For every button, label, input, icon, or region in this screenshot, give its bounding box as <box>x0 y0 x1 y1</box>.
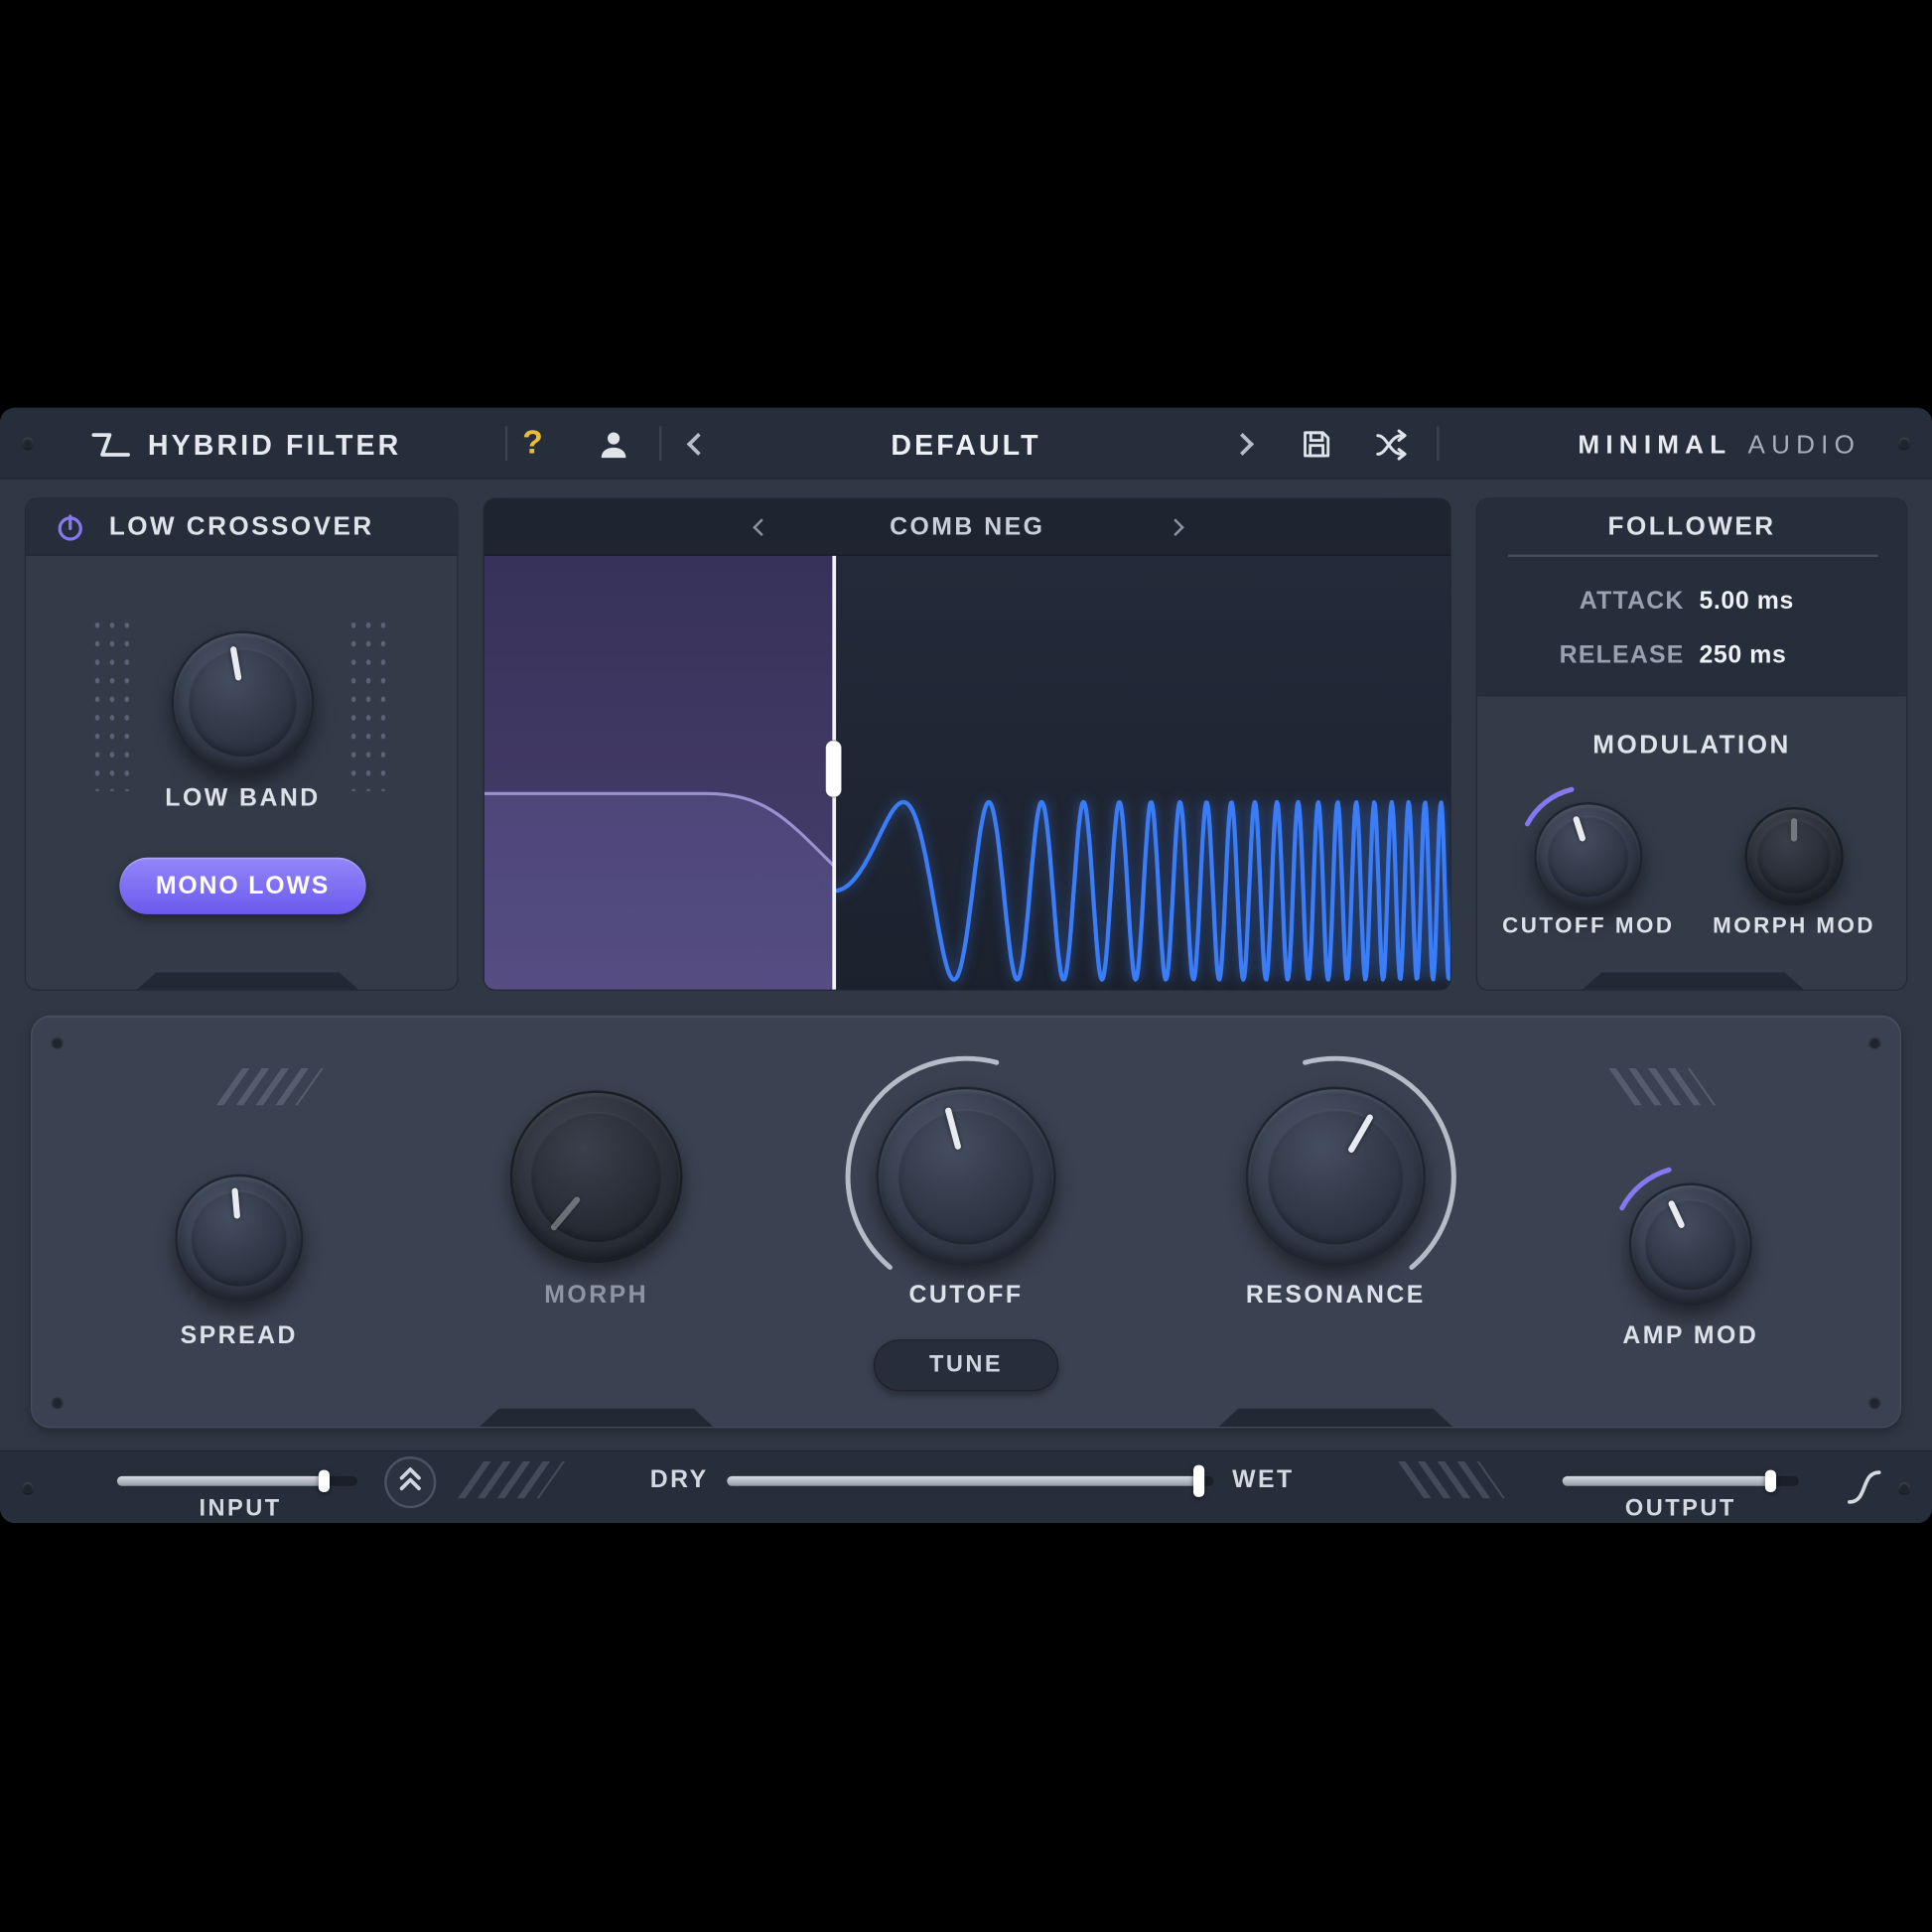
decor-stripes <box>216 1068 324 1105</box>
amp-mod-label: AMP MOD <box>1568 1322 1814 1351</box>
preset-name[interactable]: DEFAULT <box>781 429 1151 463</box>
attack-value[interactable]: 5.00 ms <box>1699 588 1835 617</box>
save-icon[interactable] <box>1300 428 1333 462</box>
crossover-divider-handle[interactable] <box>826 741 842 797</box>
follower-top: FOLLOWER ATTACK 5.00 ms RELEASE 250 ms <box>1477 499 1906 697</box>
release-value[interactable]: 250 ms <box>1699 642 1835 671</box>
screw <box>52 1036 63 1047</box>
screw <box>22 1482 33 1493</box>
screw <box>52 1396 63 1407</box>
preset-next-icon[interactable] <box>1231 433 1254 456</box>
low-band-curve-fill <box>484 793 834 991</box>
morph-mod-label: MORPH MOD <box>1696 913 1893 939</box>
knob-pointer <box>1573 815 1587 842</box>
attack-label: ATTACK <box>1549 588 1685 617</box>
divider <box>1437 426 1439 461</box>
release-label: RELEASE <box>1549 642 1685 671</box>
footer-bar: INPUT DRY WET OUTPUT <box>0 1450 1932 1523</box>
knob-pointer <box>944 1107 961 1151</box>
knob-pointer <box>230 646 242 681</box>
morph-label: MORPH <box>474 1282 720 1311</box>
main-controls-panel: SPREAD MORPH CUTOFF TUNE RESONANCE <box>31 1016 1901 1429</box>
texture-dots <box>90 617 137 791</box>
user-icon[interactable] <box>597 428 631 463</box>
output-slider-handle[interactable] <box>1765 1470 1776 1492</box>
plugin-title: HYBRID FILTER <box>148 429 401 463</box>
screw <box>22 438 33 449</box>
randomize-icon[interactable] <box>1374 429 1411 461</box>
low-crossover-panel: LOW CROSSOVER LOW BAND MONO LOWS <box>25 497 459 990</box>
divider <box>1508 554 1877 556</box>
screw <box>1899 1482 1910 1493</box>
decor-stripes <box>1608 1068 1716 1105</box>
low-crossover-header: LOW CROSSOVER <box>26 499 457 556</box>
texture-dots <box>346 617 393 791</box>
dry-label: DRY <box>617 1466 709 1495</box>
resonance-knob[interactable] <box>1246 1087 1426 1267</box>
divider <box>505 426 507 461</box>
morph-mod-knob[interactable] <box>1744 807 1843 905</box>
attack-row[interactable]: ATTACK 5.00 ms <box>1477 588 1906 617</box>
plugin-logo-icon <box>88 428 133 463</box>
soft-clip-curve-icon[interactable] <box>1841 1463 1887 1510</box>
help-button[interactable]: ? <box>522 424 542 462</box>
output-label: OUTPUT <box>1588 1496 1773 1523</box>
filter-display-panel[interactable]: COMB NEG <box>483 497 1452 990</box>
resonance-label: RESONANCE <box>1212 1282 1458 1311</box>
power-icon[interactable] <box>56 512 85 542</box>
cutoff-knob[interactable] <box>876 1087 1055 1267</box>
wet-label: WET <box>1232 1466 1324 1495</box>
tune-button[interactable]: TUNE <box>874 1339 1058 1391</box>
brand-primary: MINIMAL <box>1578 431 1731 461</box>
knob-pointer <box>1791 818 1797 842</box>
panel-notch <box>480 1409 714 1428</box>
knob-pointer <box>550 1195 582 1231</box>
knob-pointer <box>231 1187 240 1218</box>
amp-mod-knob[interactable] <box>1629 1182 1752 1306</box>
filter-display-graph[interactable] <box>484 556 1451 991</box>
low-band-label: LOW BAND <box>119 785 365 814</box>
input-slider-handle[interactable] <box>318 1470 329 1492</box>
morph-knob[interactable] <box>510 1090 683 1263</box>
output-slider[interactable] <box>1563 1476 1799 1486</box>
modulation-title: MODULATION <box>1477 728 1906 762</box>
double-chevron-up-icon <box>387 1458 434 1505</box>
panel-notch <box>1583 972 1804 989</box>
cutoff-mod-label: CUTOFF MOD <box>1489 913 1687 939</box>
panel-notch <box>137 972 358 989</box>
collapse-button[interactable] <box>384 1456 436 1508</box>
follower-title: FOLLOWER <box>1477 499 1906 556</box>
input-label: INPUT <box>148 1496 333 1523</box>
dry-wet-handle[interactable] <box>1193 1465 1204 1497</box>
low-crossover-title: LOW CROSSOVER <box>26 499 457 556</box>
dry-wet-slider[interactable] <box>727 1476 1213 1486</box>
screw <box>1869 1396 1880 1407</box>
filter-type-title[interactable]: COMB NEG <box>484 499 1450 556</box>
divider <box>659 426 661 461</box>
release-row[interactable]: RELEASE 250 ms <box>1477 642 1906 671</box>
preset-prev-icon[interactable] <box>687 433 710 456</box>
brand-logo: MINIMAL AUDIO <box>1578 431 1861 461</box>
follower-panel: FOLLOWER ATTACK 5.00 ms RELEASE 250 ms M… <box>1476 497 1907 990</box>
low-band-knob[interactable] <box>172 630 315 773</box>
spread-label: SPREAD <box>116 1322 362 1351</box>
cutoff-label: CUTOFF <box>843 1282 1089 1311</box>
spread-knob[interactable] <box>175 1174 303 1303</box>
display-header: COMB NEG <box>484 499 1450 556</box>
letterbox: HYBRID FILTER ? DEFAULT MINIMAL AUDIO <box>0 0 1932 1932</box>
decor-stripes <box>1398 1461 1505 1498</box>
decor-stripes <box>458 1461 565 1498</box>
screw <box>1899 438 1910 449</box>
cutoff-mod-knob[interactable] <box>1534 802 1642 910</box>
plugin-window: HYBRID FILTER ? DEFAULT MINIMAL AUDIO <box>0 408 1932 1523</box>
knob-pointer <box>1347 1113 1374 1154</box>
header-bar: HYBRID FILTER ? DEFAULT MINIMAL AUDIO <box>0 408 1932 480</box>
panel-notch <box>1218 1409 1452 1428</box>
screw <box>1869 1036 1880 1047</box>
input-slider[interactable] <box>117 1476 357 1486</box>
brand-secondary: AUDIO <box>1747 431 1861 461</box>
knob-pointer <box>1667 1199 1685 1229</box>
mono-lows-button[interactable]: MONO LOWS <box>119 858 365 914</box>
